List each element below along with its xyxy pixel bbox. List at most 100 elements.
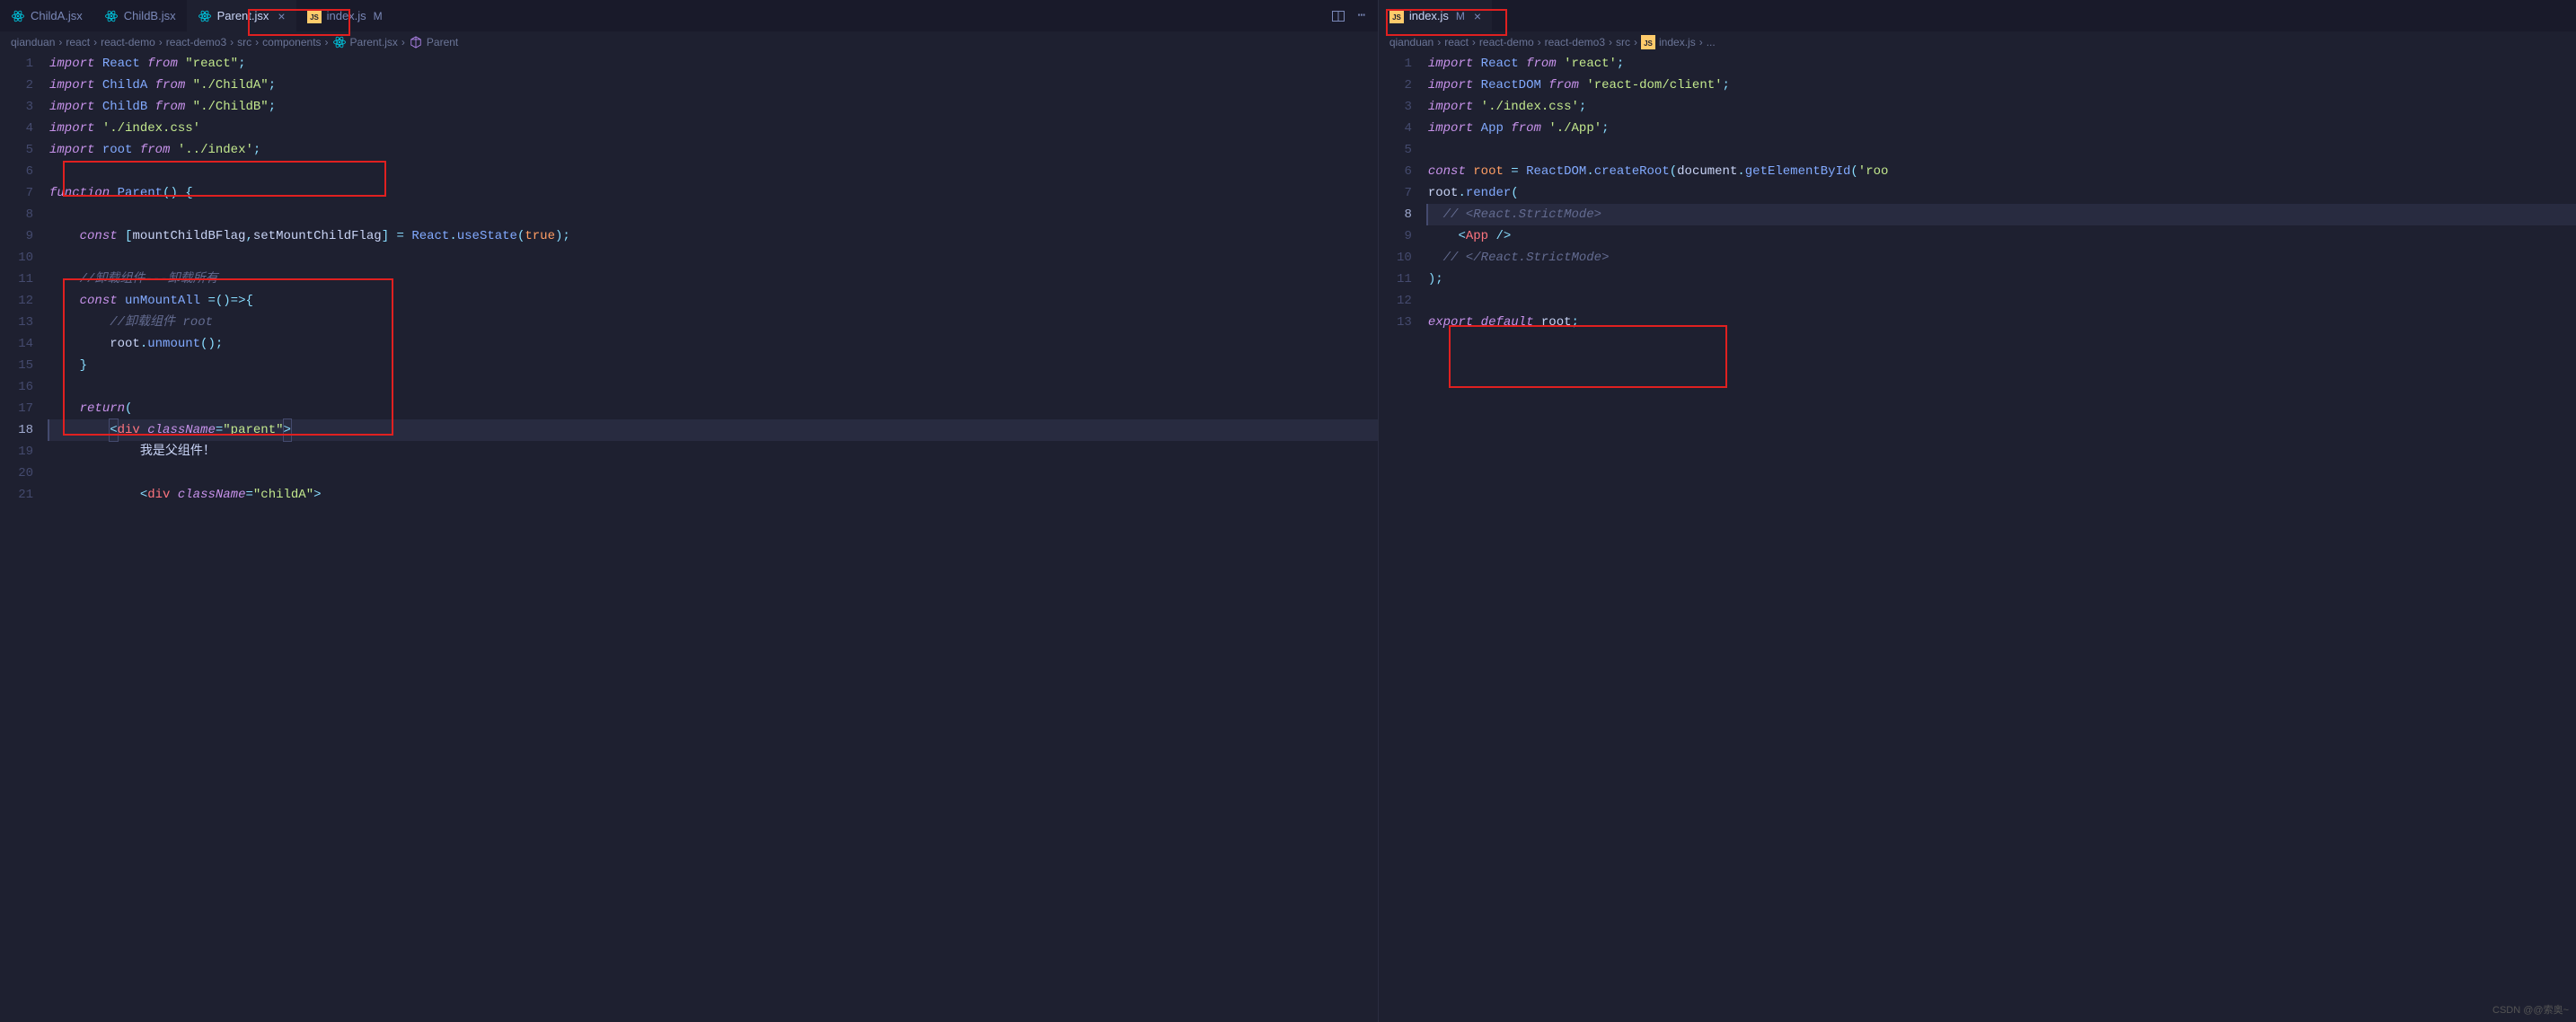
code-line[interactable]: // </React.StrictMode> [1428, 247, 2576, 269]
breadcrumb-label: src [1616, 36, 1630, 48]
code-line[interactable]: 我是父组件！ [49, 441, 1378, 463]
close-icon[interactable]: × [1474, 9, 1481, 23]
code-line[interactable]: //卸载组件 root [49, 312, 1378, 333]
tab-label: Parent.jsx [217, 9, 269, 22]
breadcrumb-separator: › [325, 36, 329, 48]
breadcrumb-item[interactable]: qianduan [11, 36, 55, 48]
breadcrumb-item[interactable]: Parent [409, 35, 458, 49]
breadcrumb-label: components [262, 36, 321, 48]
line-number: 1 [0, 53, 33, 75]
tab-index-js[interactable]: JSindex.jsM [296, 0, 393, 31]
code-line[interactable]: ); [1428, 269, 2576, 290]
code-right[interactable]: import React from 'react';import ReactDO… [1428, 53, 2576, 1022]
code-line[interactable]: import App from './App'; [1428, 118, 2576, 139]
code-line[interactable]: import React from 'react'; [1428, 53, 2576, 75]
tab-label: ChildB.jsx [124, 9, 176, 22]
breadcrumbs-right[interactable]: qianduan›react›react-demo›react-demo3›sr… [1379, 31, 2576, 53]
line-number: 4 [0, 118, 33, 139]
code-line[interactable]: import './index.css'; [1428, 96, 2576, 118]
svg-text:JS: JS [310, 13, 319, 22]
code-line[interactable] [1428, 290, 2576, 312]
code-line[interactable] [49, 204, 1378, 225]
breadcrumb-separator: › [159, 36, 163, 48]
breadcrumb-item[interactable]: components [262, 36, 321, 48]
editor-group-left: ChildA.jsx ChildB.jsx Parent.jsx × JSindex.j… [0, 0, 1378, 1022]
breadcrumb-label: react-demo3 [1545, 36, 1605, 48]
breadcrumb-label: Parent.jsx [350, 36, 398, 48]
code-line[interactable]: // <React.StrictMode> [1428, 204, 2576, 225]
code-line[interactable] [49, 161, 1378, 182]
code-line[interactable]: import './index.css' [49, 118, 1378, 139]
breadcrumb-item[interactable]: react [1444, 36, 1469, 48]
code-line[interactable]: import ReactDOM from 'react-dom/client'; [1428, 75, 2576, 96]
code-line[interactable]: root.unmount(); [49, 333, 1378, 355]
breadcrumb-item[interactable]: react-demo [1479, 36, 1534, 48]
breadcrumb-item[interactable]: src [237, 36, 251, 48]
editor-group-right: JSindex.jsM× qianduan›react›react-demo›r… [1378, 0, 2576, 1022]
line-number: 4 [1379, 118, 1412, 139]
breadcrumb-item[interactable]: react-demo [101, 36, 155, 48]
breadcrumb-item[interactable]: react [66, 36, 90, 48]
line-number: 18 [0, 419, 33, 441]
line-number: 10 [1379, 247, 1412, 269]
breadcrumb-label: src [237, 36, 251, 48]
breadcrumb-separator: › [1699, 36, 1703, 48]
breadcrumb-separator: › [1634, 36, 1637, 48]
code-line[interactable]: <div className="parent"> [49, 419, 1378, 441]
workbench: ChildA.jsxChildB.jsxParent.jsx×JSindex.j… [0, 0, 2576, 1022]
tabs-bar-left: ChildA.jsx ChildB.jsx Parent.jsx × JSindex.j… [0, 0, 1378, 31]
more-icon[interactable]: ⋯ [1354, 9, 1369, 23]
code-line[interactable]: const [mountChildBFlag,setMountChildFlag… [49, 225, 1378, 247]
breadcrumb-label: qianduan [1389, 36, 1434, 48]
code-line[interactable]: return( [49, 398, 1378, 419]
code-line[interactable]: import ChildA from "./ChildA"; [49, 75, 1378, 96]
code-left[interactable]: import React from "react";import ChildA … [49, 53, 1378, 1022]
symbol-icon [409, 35, 423, 49]
line-number: 9 [0, 225, 33, 247]
code-line[interactable] [49, 376, 1378, 398]
breadcrumb-item[interactable]: react-demo3 [1545, 36, 1605, 48]
code-line[interactable]: const root = ReactDOM.createRoot(documen… [1428, 161, 2576, 182]
breadcrumb-item[interactable]: Parent.jsx [332, 35, 398, 49]
code-editor-right[interactable]: 12345678910111213 import React from 'rea… [1379, 53, 2576, 1022]
code-line[interactable]: import ChildB from "./ChildB"; [49, 96, 1378, 118]
code-line[interactable] [49, 247, 1378, 269]
code-line[interactable]: function Parent() { [49, 182, 1378, 204]
breadcrumb-item[interactable]: ... [1707, 36, 1716, 48]
tab-childa-jsx[interactable]: ChildA.jsx [0, 0, 93, 31]
line-number: 16 [0, 376, 33, 398]
tab-parent-jsx[interactable]: Parent.jsx × [187, 0, 296, 31]
code-line[interactable] [1428, 139, 2576, 161]
breadcrumb-item[interactable]: src [1616, 36, 1630, 48]
breadcrumb-item[interactable]: JSindex.js [1641, 35, 1696, 49]
code-line[interactable]: } [49, 355, 1378, 376]
split-horizontal-icon[interactable] [1331, 9, 1345, 23]
react-file-icon [332, 35, 347, 49]
svg-text:JS: JS [1644, 40, 1653, 48]
code-line[interactable]: <App /> [1428, 225, 2576, 247]
breadcrumb-item[interactable]: qianduan [1389, 36, 1434, 48]
tab-actions-left: ⋯ [1322, 9, 1378, 23]
code-line[interactable]: export default root; [1428, 312, 2576, 333]
svg-text:JS: JS [1392, 13, 1401, 22]
code-line[interactable]: root.render( [1428, 182, 2576, 204]
gutter-right: 12345678910111213 [1379, 53, 1428, 1022]
code-line[interactable]: //卸载组件---卸载所有 [49, 269, 1378, 290]
code-line[interactable]: const unMountAll =()=>{ [49, 290, 1378, 312]
code-line[interactable]: import React from "react"; [49, 53, 1378, 75]
breadcrumbs-left[interactable]: qianduan›react›react-demo›react-demo3›sr… [0, 31, 1378, 53]
close-icon[interactable]: × [278, 9, 285, 23]
tab-index-js[interactable]: JSindex.jsM× [1379, 0, 1492, 31]
react-file-icon [11, 9, 25, 23]
breadcrumb-separator: › [93, 36, 97, 48]
code-line[interactable]: <div className="childA"> [49, 484, 1378, 506]
line-number: 3 [1379, 96, 1412, 118]
tab-modified-indicator: M [374, 10, 383, 22]
tab-childb-jsx[interactable]: ChildB.jsx [93, 0, 187, 31]
code-line[interactable]: import root from '../index'; [49, 139, 1378, 161]
line-number: 5 [0, 139, 33, 161]
breadcrumb-item[interactable]: react-demo3 [166, 36, 226, 48]
code-line[interactable] [49, 463, 1378, 484]
code-editor-left[interactable]: 123456789101112131415161718192021 import… [0, 53, 1378, 1022]
react-file-icon [198, 9, 212, 23]
